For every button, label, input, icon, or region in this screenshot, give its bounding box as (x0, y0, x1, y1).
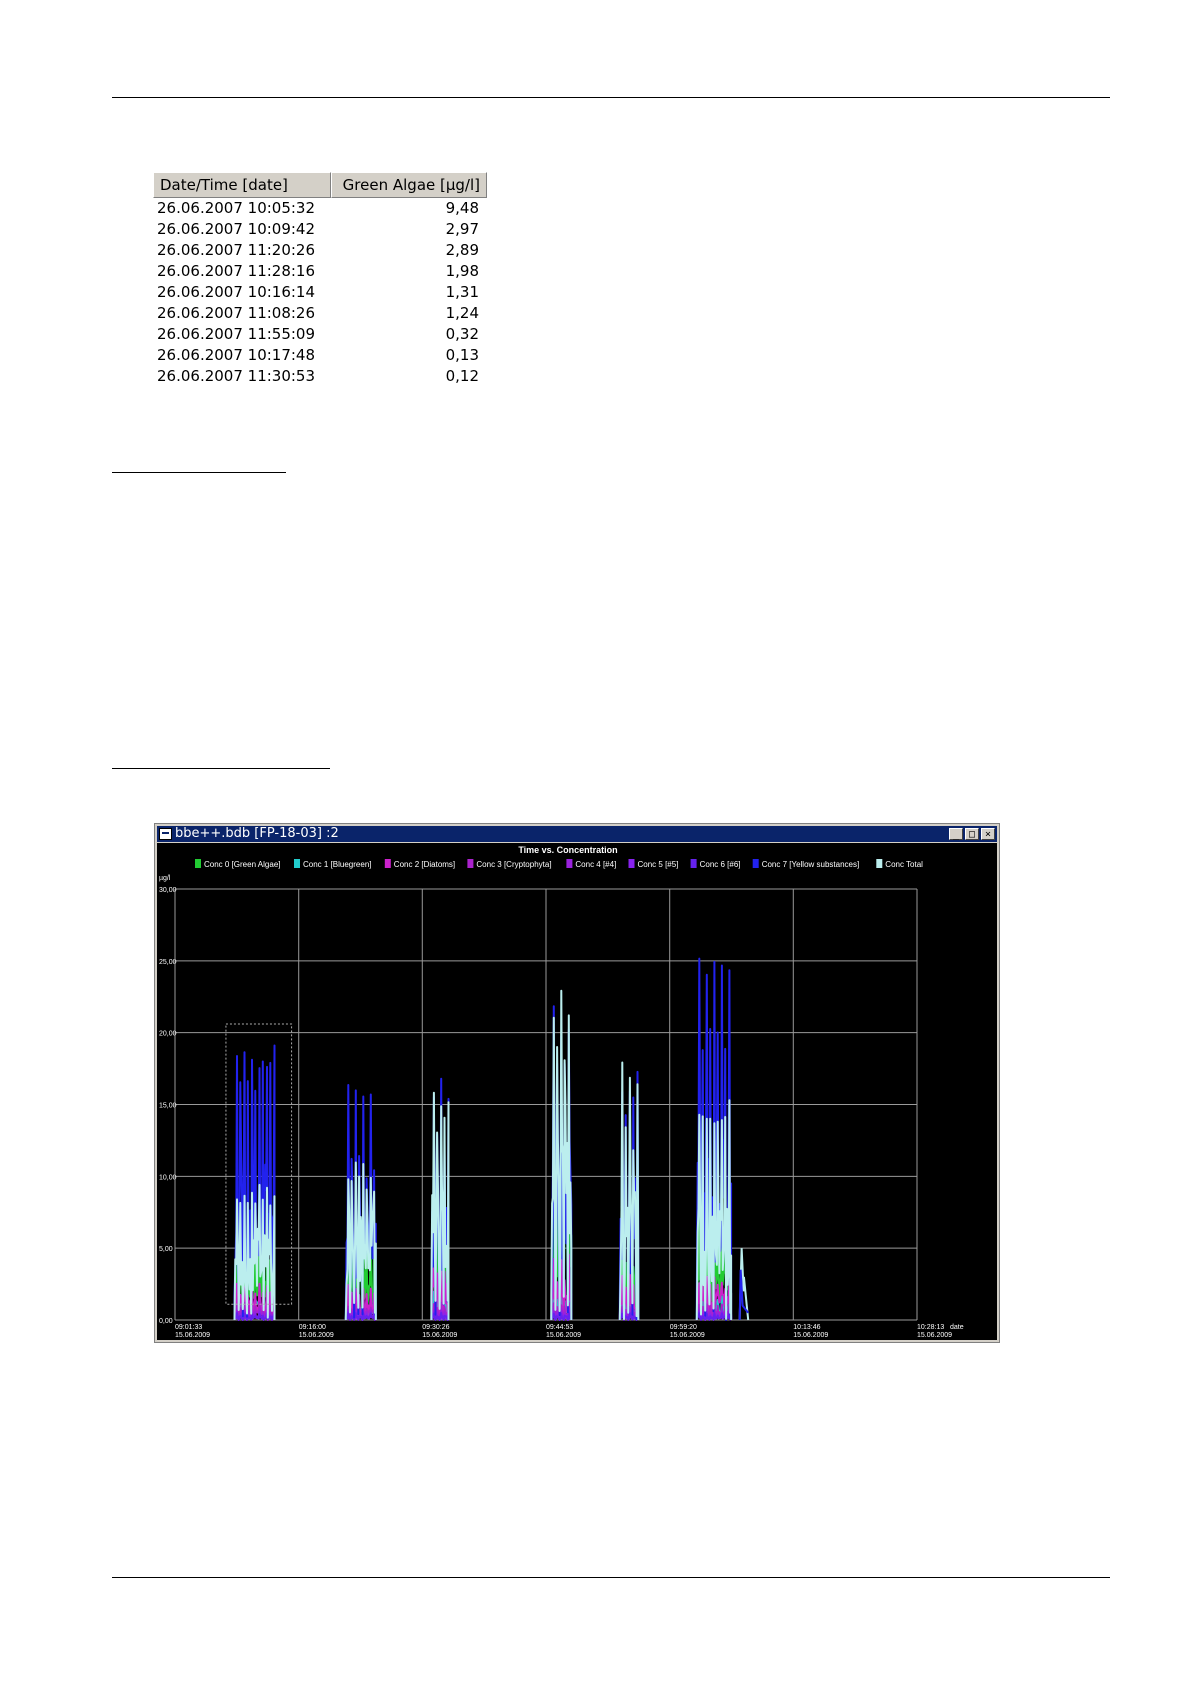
y-axis-label: µg/l (159, 875, 171, 882)
y-tick-label: 5,00 (159, 1246, 173, 1253)
series-trace (695, 1099, 733, 1321)
cell-datetime: 26.06.2007 11:08:26 (157, 304, 316, 322)
column-header-green-algae[interactable]: Green Algae [µg/l] (331, 172, 487, 198)
y-tick-label: 30,00 (159, 887, 177, 894)
series-trace (550, 1312, 573, 1321)
cell-green-algae: 1,31 (445, 283, 479, 301)
chart-window: bbe++.bdb [FP-18-03] :2 _ □ × Time vs. C… (154, 823, 1000, 1343)
legend-entry: Conc 7 [Yellow substances] (762, 860, 860, 869)
x-tick-label: 09:01:33 (175, 1324, 202, 1331)
cell-datetime: 26.06.2007 10:16:14 (157, 283, 316, 301)
x-tick-label: 10:28:13 (917, 1324, 944, 1331)
table-row[interactable]: 26.06.2007 10:16:14 1,31 (153, 282, 487, 303)
legend-entry: Conc 5 [#5] (638, 860, 679, 869)
legend-swatch (566, 859, 573, 868)
table-row[interactable]: 26.06.2007 11:30:53 0,12 (153, 366, 487, 387)
x-tick-date: 15.06.2009 (299, 1332, 334, 1339)
legend-swatch (467, 859, 474, 868)
data-grid: Date/Time [date] Green Algae [µg/l] 26.0… (153, 172, 487, 392)
legend-swatch (628, 859, 635, 868)
x-tick-label: 09:16:00 (299, 1324, 326, 1331)
legend-entry: Conc 6 [#6] (700, 860, 741, 869)
x-tick-date: 15.06.2009 (917, 1332, 952, 1339)
cell-green-algae: 2,89 (445, 241, 479, 259)
x-tick-label: 09:30:26 (422, 1324, 449, 1331)
legend-entry: Conc 4 [#4] (575, 860, 616, 869)
legend-entry: Conc Total (885, 860, 923, 869)
cell-green-algae: 1,98 (445, 262, 479, 280)
table-row[interactable]: 26.06.2007 11:28:16 1,98 (153, 261, 487, 282)
series-trace (618, 1061, 640, 1321)
chart-title: Time vs. Concentration (518, 845, 617, 855)
cell-datetime: 26.06.2007 10:09:42 (157, 220, 316, 238)
x-tick-date: 15.06.2009 (670, 1332, 705, 1339)
y-tick-label: 10,00 (159, 1174, 177, 1181)
cell-datetime: 26.06.2007 11:28:16 (157, 262, 316, 280)
table-row[interactable]: 26.06.2007 10:17:48 0,13 (153, 345, 487, 366)
grid-body: 26.06.2007 10:05:32 9,48 26.06.2007 10:09:… (153, 198, 487, 387)
header-rule (112, 97, 1110, 98)
table-row[interactable]: 26.06.2007 10:05:32 9,48 (153, 198, 487, 219)
table-row[interactable]: 26.06.2007 10:09:42 2,97 (153, 219, 487, 240)
table-row[interactable]: 26.06.2007 11:08:26 1,24 (153, 303, 487, 324)
y-tick-label: 15,00 (159, 1103, 177, 1110)
concentration-chart[interactable]: Time vs. Concentration Conc 0 [Green Alga… (157, 843, 997, 1340)
y-tick-label: 0,00 (159, 1318, 173, 1325)
minimize-button[interactable]: _ (949, 828, 963, 840)
legend-entry: Conc 0 [Green Algae] (204, 860, 281, 869)
x-tick-date: 15.06.2009 (546, 1332, 581, 1339)
legend-entry: Conc 3 [Cryptophyta] (476, 860, 551, 869)
y-tick-label: 25,00 (159, 959, 177, 966)
cell-datetime: 26.06.2007 11:20:26 (157, 241, 316, 259)
cell-datetime: 26.06.2007 11:55:09 (157, 325, 316, 343)
cell-green-algae: 0,32 (445, 325, 479, 343)
column-header-datetime[interactable]: Date/Time [date] (153, 172, 331, 198)
app-icon (159, 828, 172, 840)
legend-swatch (384, 859, 391, 868)
section-heading-underline (112, 768, 330, 769)
window-title: bbe++.bdb [FP-18-03] :2 (175, 826, 339, 841)
table-row[interactable]: 26.06.2007 11:20:26 2,89 (153, 240, 487, 261)
window-titlebar[interactable]: bbe++.bdb [FP-18-03] :2 _ □ × (157, 826, 997, 842)
footer-rule (112, 1577, 1110, 1578)
x-tick-date: 15.06.2009 (175, 1332, 210, 1339)
chart-area[interactable]: Time vs. Concentration Conc 0 [Green Alga… (157, 843, 997, 1340)
section-heading-underline (112, 472, 286, 473)
legend-swatch (752, 859, 759, 868)
legend-entry: Conc 1 [Bluegreen] (303, 860, 372, 869)
cell-green-algae: 0,13 (445, 346, 479, 364)
cell-datetime: 26.06.2007 11:30:53 (157, 367, 316, 385)
x-axis-label: date (950, 1324, 964, 1331)
legend-swatch (195, 859, 201, 868)
table-row[interactable]: 26.06.2007 11:55:09 0,32 (153, 324, 487, 345)
legend-swatch (876, 859, 883, 868)
cell-green-algae: 2,97 (445, 220, 479, 238)
y-tick-label: 20,00 (159, 1031, 177, 1038)
legend-swatch (690, 859, 697, 868)
cell-green-algae: 9,48 (445, 199, 479, 217)
x-tick-label: 09:44:53 (546, 1324, 573, 1331)
grid-header: Date/Time [date] Green Algae [µg/l] (153, 172, 487, 198)
maximize-button[interactable]: □ (965, 828, 979, 840)
x-tick-label: 09:59:20 (670, 1324, 697, 1331)
cell-green-algae: 0,12 (445, 367, 479, 385)
legend-swatch (294, 859, 300, 868)
cell-datetime: 26.06.2007 10:05:32 (157, 199, 316, 217)
x-tick-date: 15.06.2009 (422, 1332, 457, 1339)
close-button[interactable]: × (981, 828, 995, 840)
cell-green-algae: 1,24 (445, 304, 479, 322)
legend-entry: Conc 2 [Diatoms] (394, 860, 455, 869)
cell-datetime: 26.06.2007 10:17:48 (157, 346, 316, 364)
x-tick-label: 10:13:46 (793, 1324, 820, 1331)
x-tick-date: 15.06.2009 (793, 1332, 828, 1339)
